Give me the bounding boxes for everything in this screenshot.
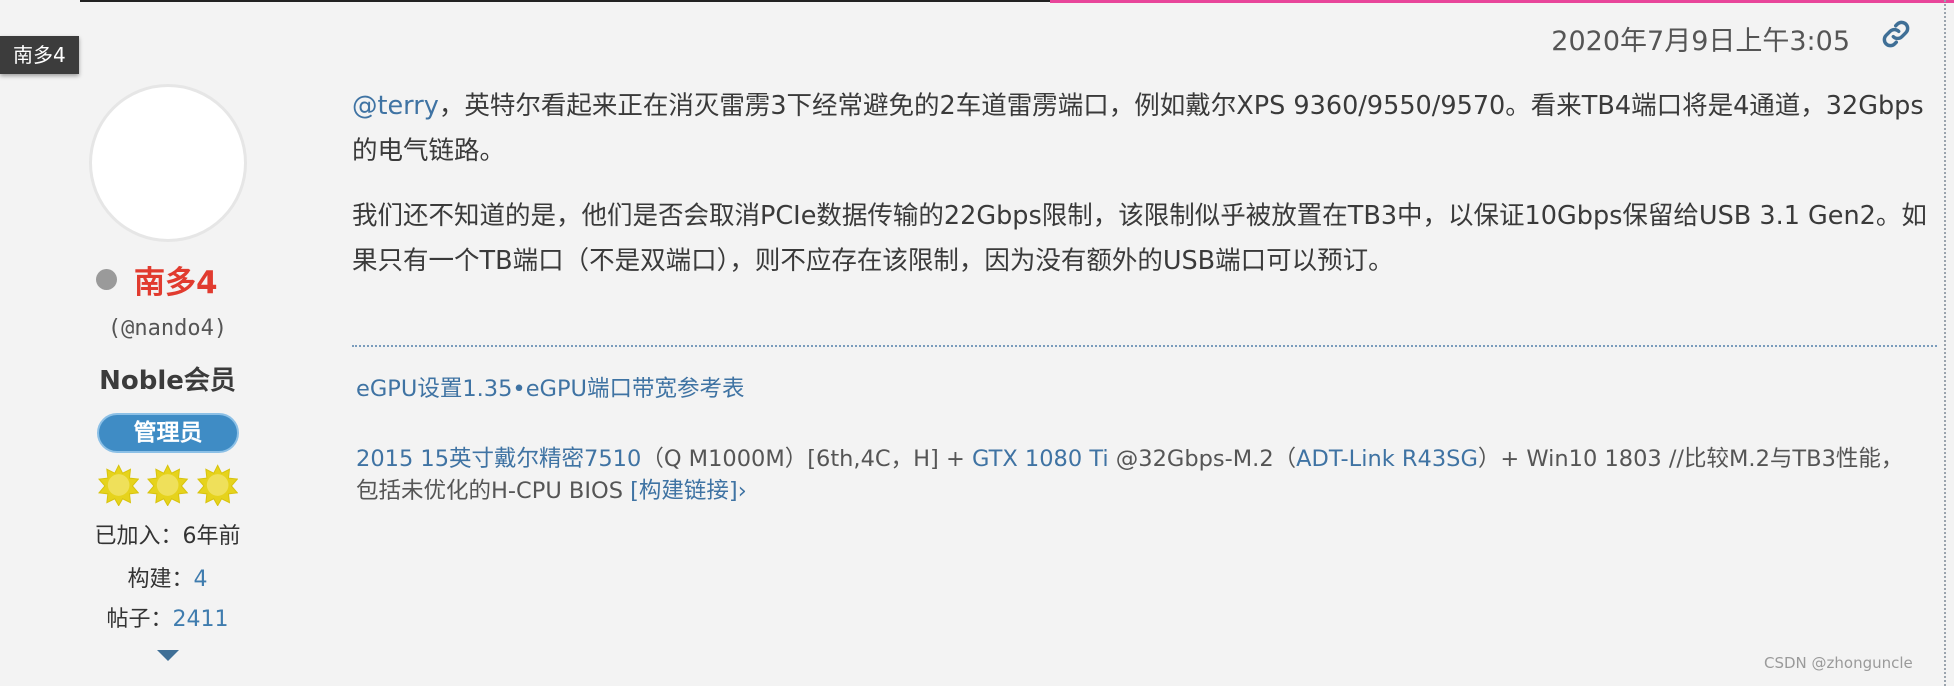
builds-count-link[interactable]: 4 xyxy=(194,567,208,592)
egpu-bandwidth-table-link[interactable]: eGPU端口带宽参考表 xyxy=(526,376,745,402)
role-badge: 管理员 xyxy=(97,413,239,453)
joined-value: 6年前 xyxy=(182,524,241,549)
laptop-link[interactable]: 2015 15英寸戴尔精密7510 xyxy=(356,446,641,472)
laptop-spec-text: （Q M1000M）[6th,4C，H] + xyxy=(641,446,972,472)
post-paragraph-text: ，英特尔看起来正在消灭雷雳3下经常避免的2车道雷雳端口，例如戴尔XPS 9360… xyxy=(352,91,1924,166)
offline-dot-icon xyxy=(96,268,117,290)
adapter-link[interactable]: ADT-Link R43SG xyxy=(1296,446,1478,472)
user-rank: Noble会员 xyxy=(99,366,236,396)
signature-build: 2015 15英寸戴尔精密7510（Q M1000M）[6th,4C，H] + … xyxy=(356,443,1916,507)
signature-links: eGPU设置1.35•eGPU端口带宽参考表 xyxy=(356,371,745,403)
mention-link[interactable]: @terry xyxy=(352,91,439,121)
right-dotted-divider xyxy=(1944,0,1946,686)
posts-label: 帖子： xyxy=(106,607,173,632)
joined-label: 已加入： xyxy=(94,524,183,549)
signature-separator: • xyxy=(512,376,526,402)
chevron-down-icon[interactable] xyxy=(157,650,179,661)
posts-count-link[interactable]: 2411 xyxy=(173,607,229,632)
builds-stat: 构建：4 xyxy=(70,561,265,593)
watermark-text: CSDN @zhonguncle xyxy=(1764,654,1913,672)
post-timestamp[interactable]: 2020年7月9日上午3:05 xyxy=(1480,19,1850,58)
post-paragraph: @terry，英特尔看起来正在消灭雷雳3下经常避免的2车道雷雳端口，例如戴尔XP… xyxy=(352,84,1942,174)
username-link[interactable]: 南多4 xyxy=(134,257,218,302)
gpu-link[interactable]: GTX 1080 Ti xyxy=(972,446,1109,472)
rank-stars xyxy=(98,464,238,508)
signature-divider xyxy=(352,345,1937,347)
build-link[interactable]: [构建链接] xyxy=(630,478,738,504)
post-paragraph: 我们还不知道的是，他们是否会取消PCIe数据传输的22Gbps限制，该限制似乎被… xyxy=(352,201,1927,276)
chevron-right-icon[interactable]: › xyxy=(738,478,747,504)
link-icon[interactable] xyxy=(1880,18,1912,50)
posts-stat: 帖子：2411 xyxy=(70,601,265,633)
gpu-spec-text: @32Gbps-M.2（ xyxy=(1108,446,1297,472)
post-body: @terry，英特尔看起来正在消灭雷雳3下经常避免的2车道雷雳端口，例如戴尔XP… xyxy=(352,84,1942,304)
avatar[interactable] xyxy=(89,84,247,242)
username-row: 南多4 xyxy=(96,257,296,302)
top-border-dark xyxy=(80,0,1050,2)
star-badge-icon xyxy=(147,464,189,506)
top-border-accent xyxy=(1050,0,1954,3)
joined-stat: 已加入：6年前 xyxy=(70,518,265,550)
egpu-setup-link[interactable]: eGPU设置1.35 xyxy=(356,376,512,402)
star-badge-icon xyxy=(98,464,140,506)
builds-label: 构建： xyxy=(127,567,194,592)
username-tooltip-tag: 南多4 xyxy=(0,36,79,74)
star-badge-icon xyxy=(196,464,238,506)
user-handle: (@nando4) xyxy=(107,316,228,341)
